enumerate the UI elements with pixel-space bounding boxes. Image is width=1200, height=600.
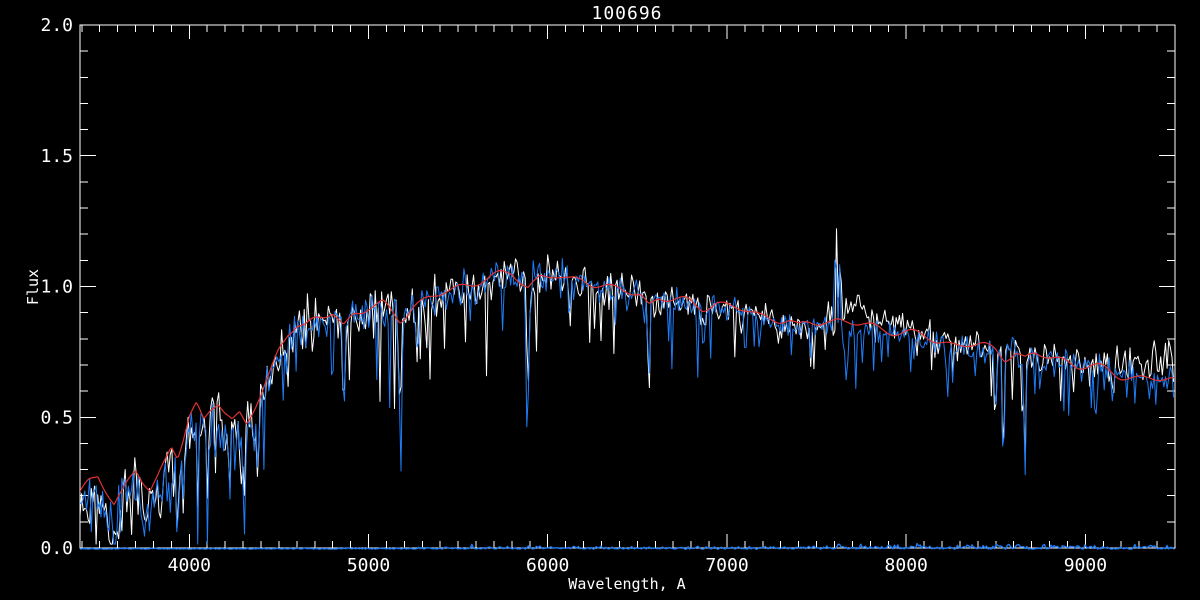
- x-tick-label: 7000: [705, 555, 748, 576]
- x-tick-label: 6000: [526, 555, 569, 576]
- y-tick-label: 2.0: [40, 15, 73, 36]
- plot-border: [79, 24, 1176, 549]
- spectrum-figure: 4000 5000 6000 7000 8000 9000 0.0 0.5 1.0 1.5 2.0 …: [0, 0, 1200, 600]
- y-axis-label: Flux: [24, 269, 42, 305]
- flux-calibrated-spectrum-trace: [80, 258, 1175, 545]
- y-tick-label: 0.0: [40, 538, 73, 559]
- x-tick-label: 8000: [885, 555, 928, 576]
- x-tick-label: 5000: [347, 555, 390, 576]
- x-tick-label: 9000: [1064, 555, 1107, 576]
- plot-frame: [79, 24, 1176, 549]
- x-tick-label: 4000: [168, 555, 211, 576]
- plot-title: 100696: [591, 3, 662, 24]
- y-tick-label: 1.5: [40, 146, 73, 167]
- spectrum-traces: [80, 228, 1175, 550]
- y-tick-label: 0.5: [40, 407, 73, 428]
- y-tick-label: 1.0: [40, 277, 73, 298]
- spectrum-plot: 4000 5000 6000 7000 8000 90000.00.51.01.52.0 …: [24, 3, 1176, 593]
- axis-ticks: [80, 24, 1175, 549]
- observed-spectrum-trace: [80, 228, 1175, 545]
- x-axis-label: Wavelength, A: [568, 575, 685, 593]
